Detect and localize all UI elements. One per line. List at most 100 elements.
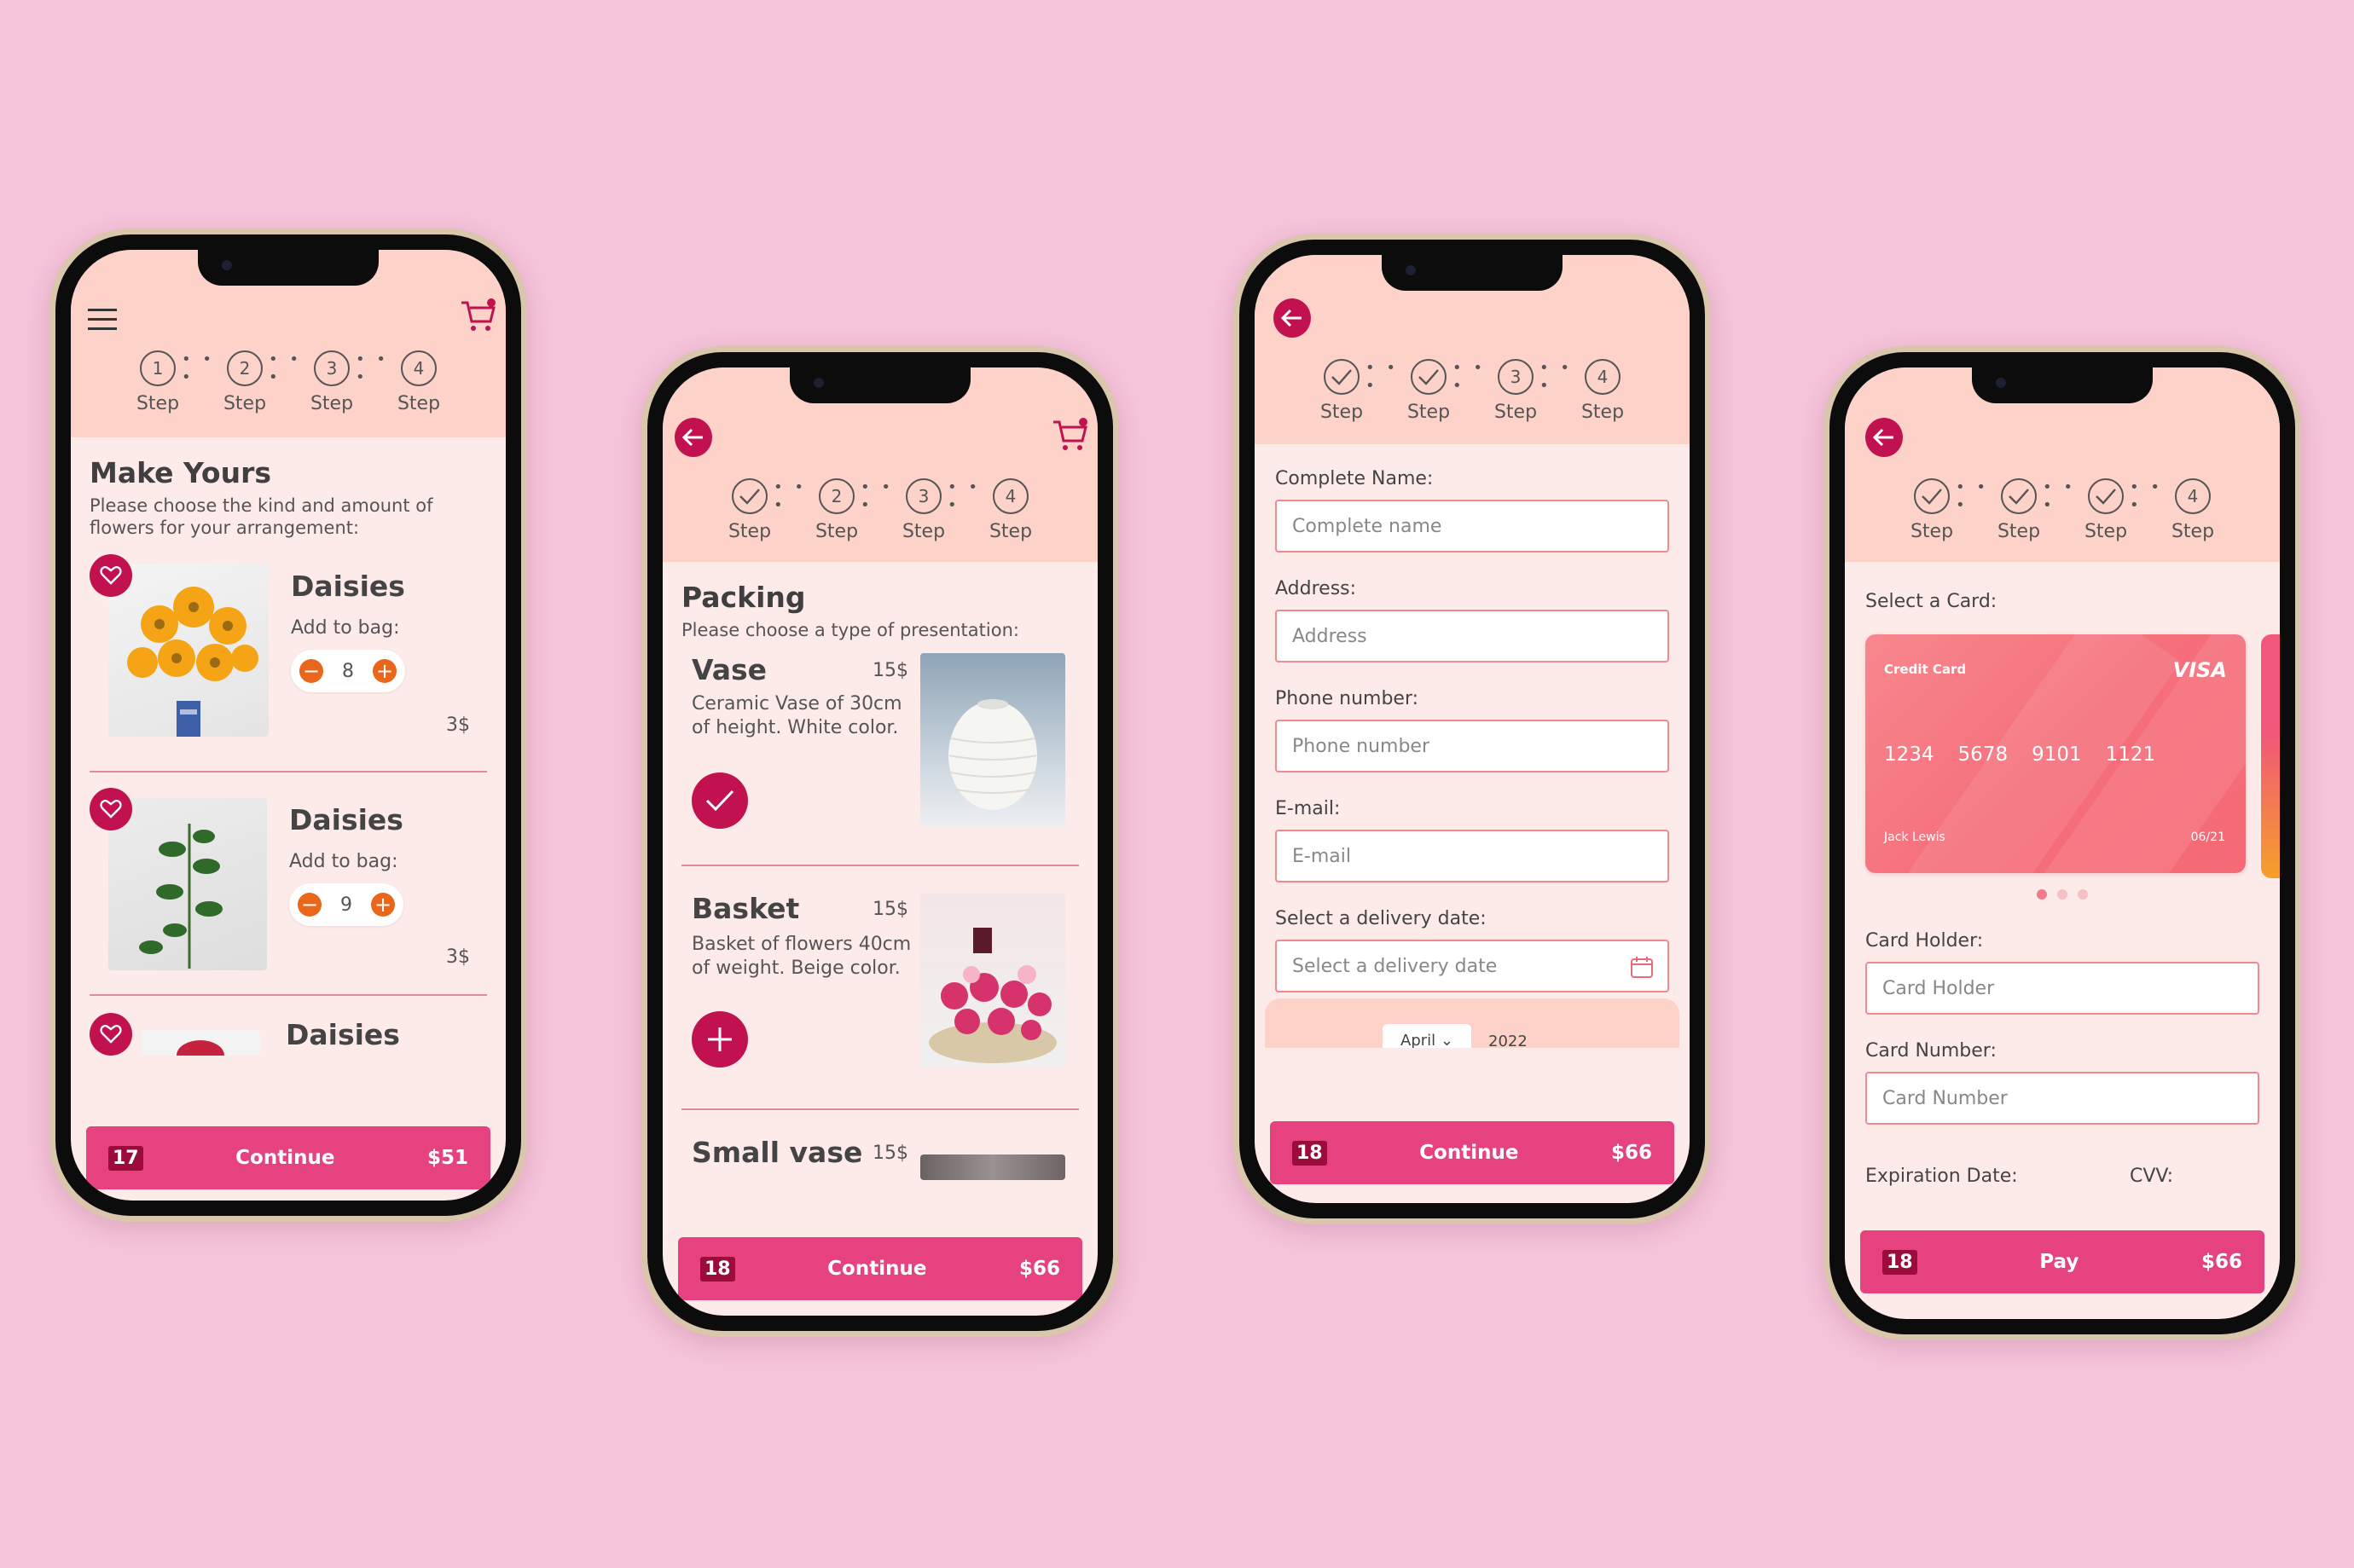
- step-1[interactable]: Step: [1318, 359, 1365, 423]
- item-price: 3$: [446, 715, 470, 736]
- phone-1: 1 Step • • • 2 Step • • • 3 Step • • • 4 Ste…: [49, 229, 527, 1222]
- step-2[interactable]: 2 Step: [221, 350, 269, 414]
- small-vase-photo: [920, 1154, 1065, 1180]
- back-arrow-icon: [1273, 298, 1311, 338]
- item-name: Daisies: [286, 1018, 400, 1051]
- card-type: Credit Card: [1884, 662, 1967, 677]
- back-button[interactable]: [1865, 418, 1903, 457]
- step-indicator: Step • • • 2 Step • • • 3 Step • • • 4 Step: [663, 478, 1098, 542]
- total-price: $66: [1610, 1142, 1652, 1164]
- list-item: Daisies: [90, 996, 487, 1073]
- cart-icon[interactable]: [460, 298, 497, 335]
- step-4[interactable]: 4 Step: [395, 350, 443, 414]
- step-1[interactable]: 1 Step: [134, 350, 182, 414]
- step-indicator: Step • • • Step • • • Step • • • 4 Step: [1845, 478, 2280, 542]
- check-icon: [2001, 478, 2037, 514]
- packing-option-small-vase[interactable]: Small vase 15$: [681, 1110, 1079, 1180]
- back-arrow-icon: [1865, 418, 1903, 457]
- item-price: 3$: [446, 946, 470, 968]
- step-4[interactable]: 4 Step: [2169, 478, 2217, 542]
- minus-icon[interactable]: −: [299, 659, 323, 683]
- flower-photo[interactable]: [108, 564, 269, 737]
- phone-2: Step • • • 2 Step • • • 3 Step • • • 4 Step…: [641, 346, 1119, 1337]
- phone-3: Step • • • Step • • • 3 Step • • • 4 Step …: [1233, 234, 1711, 1224]
- flower-photo[interactable]: [108, 798, 267, 970]
- step-2[interactable]: 2 Step: [813, 478, 861, 542]
- menu-icon[interactable]: [84, 301, 122, 338]
- address-field[interactable]: Address: [1275, 610, 1669, 662]
- step-indicator: 1 Step • • • 2 Step • • • 3 Step • • • 4 Ste…: [71, 350, 506, 414]
- packing-option-vase[interactable]: Vase 15$ Ceramic Vase of 30cm of height.…: [681, 641, 1079, 866]
- expiration-date-label: Expiration Date:: [1865, 1166, 2018, 1187]
- carousel-dot-active[interactable]: [2037, 889, 2047, 900]
- step-indicator: Step • • • Step • • • 3 Step • • • 4 Step: [1255, 359, 1690, 423]
- flower-photo[interactable]: [141, 1030, 260, 1056]
- card-expiry: 06/21: [2190, 830, 2225, 844]
- quantity-stepper[interactable]: − 9 +: [289, 883, 403, 926]
- next-card-peek[interactable]: [2261, 634, 2280, 878]
- calendar-icon[interactable]: [1630, 955, 1654, 984]
- selected-check-icon[interactable]: [692, 772, 748, 829]
- item-count-badge: 18: [1292, 1140, 1327, 1166]
- cart-icon[interactable]: [1052, 417, 1089, 454]
- email-field[interactable]: E-mail: [1275, 830, 1669, 882]
- card-number-field[interactable]: Card Number: [1865, 1072, 2259, 1125]
- basket-photo: [920, 894, 1065, 1068]
- favorite-heart-icon[interactable]: [90, 554, 132, 597]
- step-1[interactable]: Step: [726, 478, 774, 542]
- step-4[interactable]: 4 Step: [987, 478, 1035, 542]
- step-2[interactable]: Step: [1405, 359, 1452, 423]
- back-arrow-icon: [675, 418, 712, 457]
- check-icon: [732, 478, 768, 514]
- continue-button[interactable]: 18 Continue $66: [678, 1237, 1082, 1300]
- total-price: $66: [1018, 1258, 1060, 1280]
- card-number: 1234 5678 9101 1121: [1884, 743, 2156, 766]
- add-plus-icon[interactable]: [692, 1011, 748, 1068]
- page-subtitle: Please choose a type of presentation:: [681, 620, 1019, 640]
- month-selector[interactable]: April ⌄: [1383, 1024, 1471, 1048]
- favorite-heart-icon[interactable]: [90, 788, 132, 830]
- year-selector[interactable]: 2022: [1488, 1033, 1528, 1048]
- page-subtitle: Please choose the kind and amount of flo…: [90, 495, 433, 538]
- name-field[interactable]: Complete name: [1275, 500, 1669, 553]
- carousel-dot[interactable]: [2057, 889, 2067, 900]
- screen-make-yours: 1 Step • • • 2 Step • • • 3 Step • • • 4 Ste…: [71, 250, 506, 1201]
- list-item: Daisies Add to bag: − 8 + 3$: [90, 539, 487, 772]
- screen-packing: Step • • • 2 Step • • • 3 Step • • • 4 Step…: [663, 367, 1098, 1316]
- continue-button[interactable]: 18 Continue $66: [1270, 1121, 1674, 1184]
- add-to-bag-label: Add to bag:: [291, 617, 400, 639]
- add-to-bag-label: Add to bag:: [289, 851, 398, 872]
- carousel-dot[interactable]: [2078, 889, 2088, 900]
- credit-card[interactable]: Credit Card VISA 1234 5678 9101 1121 Jac…: [1865, 634, 2246, 873]
- step-1[interactable]: Step: [1908, 478, 1956, 542]
- step-3[interactable]: 3 Step: [900, 478, 948, 542]
- step-2[interactable]: Step: [1995, 478, 2043, 542]
- page-title: Packing: [681, 581, 806, 614]
- step-4[interactable]: 4 Step: [1579, 359, 1626, 423]
- plus-icon[interactable]: +: [373, 659, 397, 683]
- phone-field[interactable]: Phone number: [1275, 720, 1669, 772]
- favorite-heart-icon[interactable]: [90, 1013, 132, 1056]
- item-count-badge: 18: [700, 1256, 735, 1282]
- card-holder-field[interactable]: Card Holder: [1865, 962, 2259, 1015]
- plus-icon[interactable]: +: [371, 893, 395, 917]
- carousel-dots: [1845, 889, 2280, 900]
- calendar-panel: April ⌄ 2022: [1265, 998, 1679, 1048]
- item-name: Daisies: [289, 803, 403, 836]
- delivery-date-field[interactable]: Select a delivery date: [1275, 940, 1669, 992]
- continue-button[interactable]: 17 Continue $51: [86, 1126, 490, 1189]
- step-3[interactable]: 3 Step: [1492, 359, 1539, 423]
- pay-button[interactable]: 18 Pay $66: [1860, 1230, 2264, 1293]
- total-price: $51: [426, 1147, 468, 1169]
- step-3[interactable]: Step: [2082, 478, 2130, 542]
- packing-option-basket[interactable]: Basket 15$ Basket of flowers 40cm of wei…: [681, 866, 1079, 1110]
- phone-4: Step • • • Step • • • Step • • • 4 Step S…: [1823, 346, 2301, 1340]
- back-button[interactable]: [675, 418, 712, 457]
- back-button[interactable]: [1273, 298, 1311, 338]
- total-price: $66: [2200, 1251, 2242, 1273]
- minus-icon[interactable]: −: [298, 893, 322, 917]
- check-icon: [1411, 359, 1447, 395]
- page-title: Make Yours: [90, 456, 271, 489]
- quantity-stepper[interactable]: − 8 +: [291, 650, 405, 692]
- step-3[interactable]: 3 Step: [308, 350, 356, 414]
